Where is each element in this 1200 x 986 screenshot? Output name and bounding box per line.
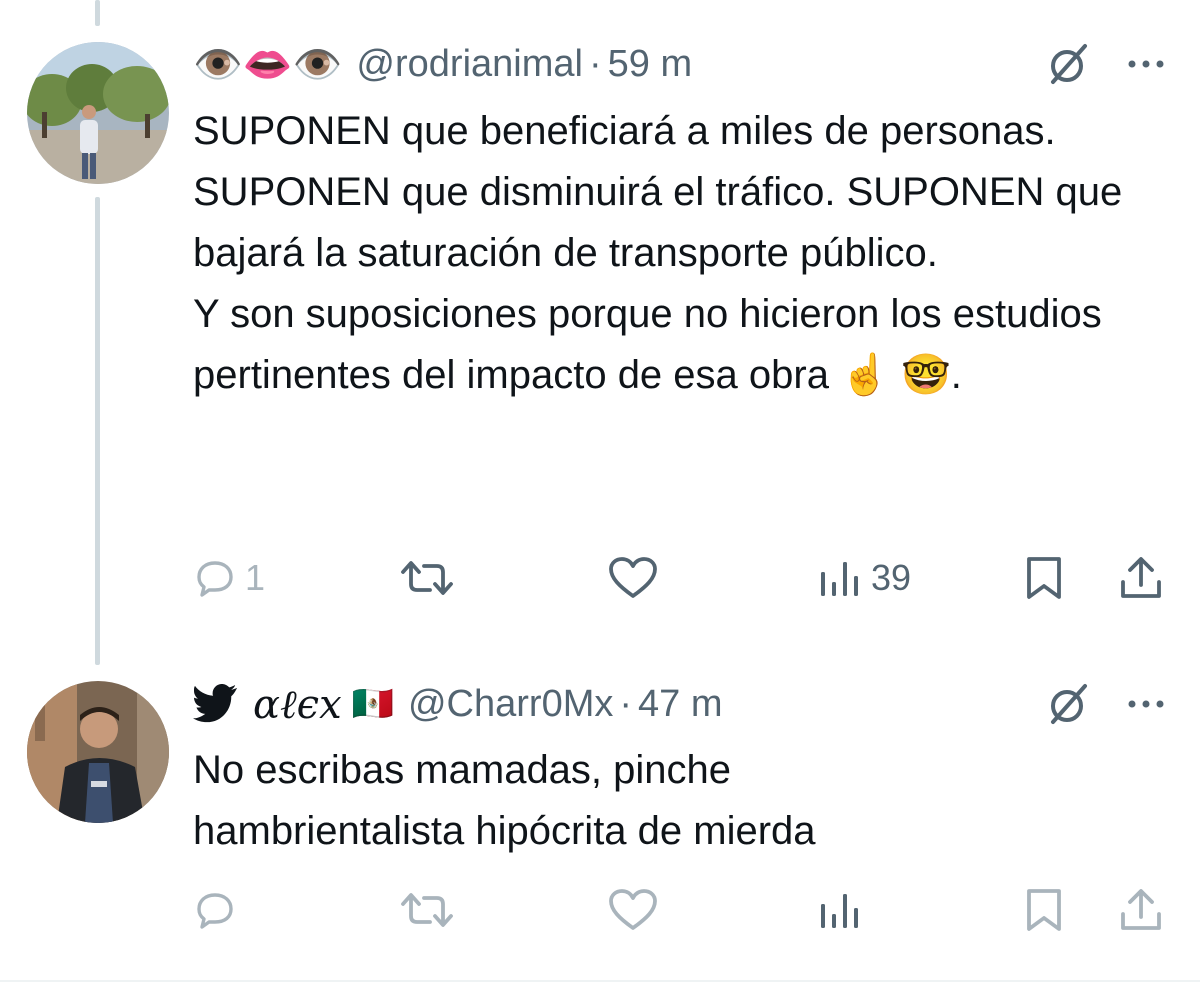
- retweet-arrows-icon: [401, 561, 453, 595]
- display-name[interactable]: αℓєx: [253, 681, 342, 728]
- views-count: 39: [871, 557, 912, 598]
- speech-bubble-icon: [197, 893, 233, 929]
- retweet-arrows-icon: [401, 893, 453, 927]
- retweet-button[interactable]: [398, 548, 466, 608]
- reply-button[interactable]: 1: [195, 548, 265, 608]
- tweet-text: SUPONEN que beneficiará a miles de perso…: [193, 101, 1153, 406]
- like-button[interactable]: [607, 548, 669, 608]
- bar-chart-icon: [821, 562, 858, 596]
- tweet-action-bar: 1 39: [0, 548, 1200, 608]
- more-dots-icon[interactable]: [1124, 42, 1168, 86]
- grok-slash-icon[interactable]: [1045, 40, 1093, 88]
- user-handle[interactable]: @Charr0Mx: [408, 683, 613, 726]
- thread-connector-top: [95, 0, 100, 26]
- avatar[interactable]: [27, 681, 169, 823]
- tweet-action-bar: [0, 880, 1200, 940]
- separator-dot: ·: [588, 42, 602, 85]
- bookmark-button[interactable]: [1024, 880, 1064, 940]
- reply-count: 1: [245, 557, 266, 598]
- share-button[interactable]: [1118, 880, 1164, 940]
- speech-bubble-icon: [197, 561, 233, 597]
- share-upload-icon: [1121, 889, 1161, 930]
- more-dots-icon[interactable]: [1124, 682, 1168, 726]
- heart-icon: [609, 889, 657, 930]
- display-name[interactable]: 👁️👄👁️: [193, 41, 342, 88]
- like-button[interactable]: [607, 880, 669, 940]
- views-button[interactable]: 39: [817, 548, 911, 608]
- bookmark-icon: [1027, 557, 1061, 599]
- bookmark-icon: [1027, 889, 1061, 931]
- avatar[interactable]: [27, 42, 169, 184]
- separator-dot: ·: [619, 682, 633, 725]
- user-handle[interactable]: @rodrianimal: [356, 43, 583, 86]
- tweet-text: No escribas mamadas, pinche hambrientali…: [193, 740, 973, 862]
- timestamp[interactable]: 59 m: [608, 43, 692, 86]
- retweet-button[interactable]: [398, 880, 466, 940]
- grok-slash-icon[interactable]: [1045, 680, 1093, 728]
- tweet-paragraph: SUPONEN que beneficiará a miles de perso…: [193, 109, 1123, 275]
- bar-chart-icon: [821, 894, 858, 928]
- reply-button[interactable]: [195, 880, 245, 940]
- heart-icon: [609, 557, 657, 598]
- tweet-paragraph: No escribas mamadas, pinche hambrientali…: [193, 748, 816, 853]
- share-upload-icon: [1121, 557, 1161, 598]
- tweet-header: 👁️👄👁️ @rodrianimal · 59 m: [193, 34, 692, 94]
- views-button[interactable]: [817, 880, 871, 940]
- tweet-header: αℓєx 🇲🇽 @Charr0Mx · 47 m: [193, 674, 723, 734]
- flag-emoji: 🇲🇽: [351, 685, 394, 723]
- bookmark-button[interactable]: [1024, 548, 1064, 608]
- timestamp[interactable]: 47 m: [638, 683, 722, 726]
- share-button[interactable]: [1118, 548, 1164, 608]
- twitter-bird-icon: [193, 684, 238, 723]
- tweet-paragraph: Y son suposiciones porque no hicieron lo…: [193, 292, 1102, 397]
- tweet-divider: [0, 980, 1200, 982]
